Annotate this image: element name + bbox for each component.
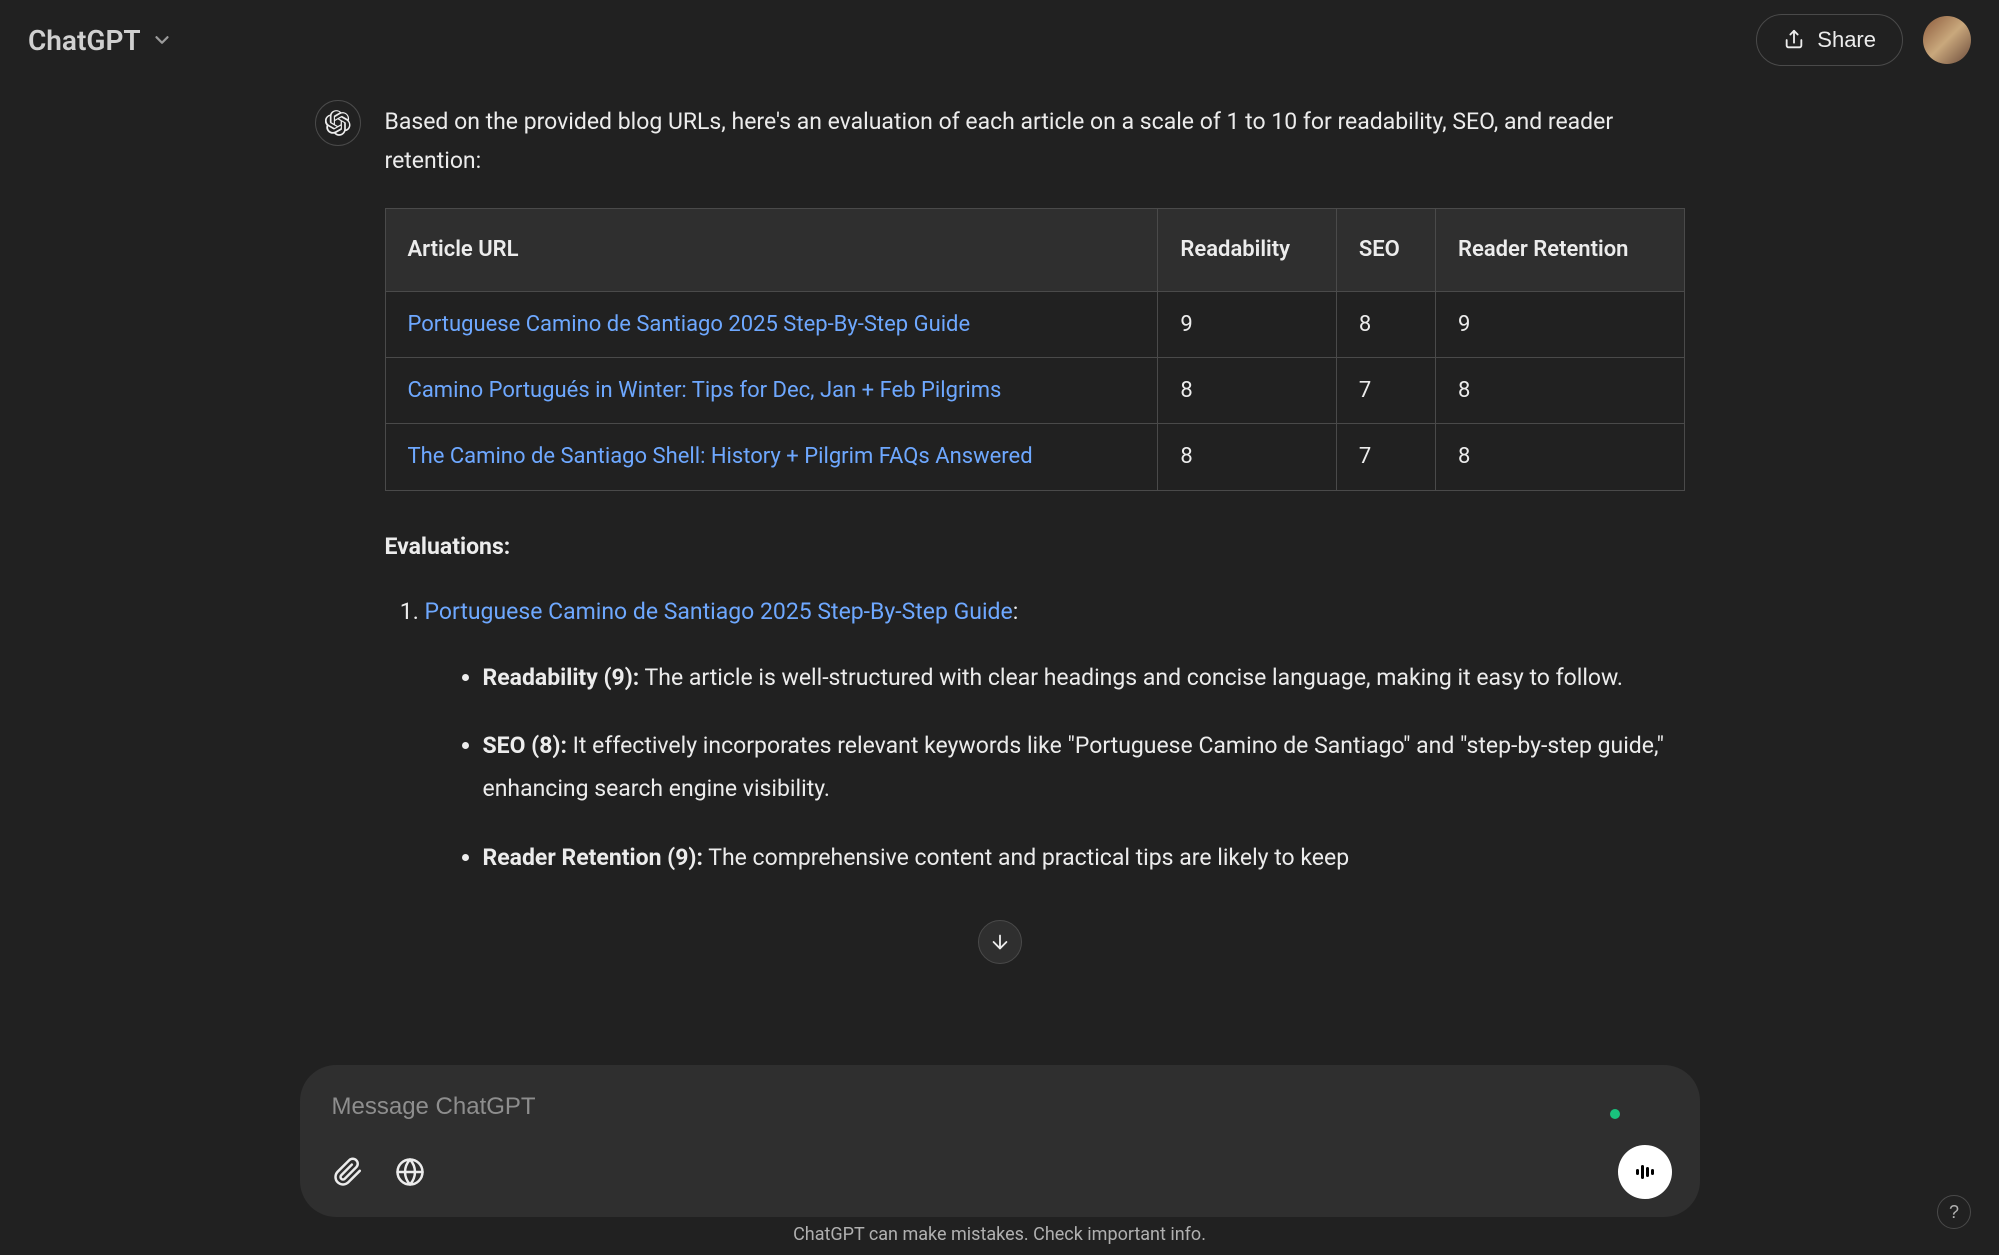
cell-readability: 8 <box>1158 424 1336 490</box>
cell-retention: 9 <box>1436 291 1684 357</box>
evaluation-table: Article URL Readability SEO Reader Reten… <box>385 208 1685 491</box>
composer-toolbar <box>328 1145 1672 1199</box>
evaluations-list: Portuguese Camino de Santiago 2025 Step-… <box>385 592 1685 879</box>
cell-readability: 9 <box>1158 291 1336 357</box>
openai-logo-icon <box>325 110 351 136</box>
scroll-to-bottom-button[interactable] <box>978 920 1022 964</box>
table-row: The Camino de Santiago Shell: History + … <box>385 424 1684 490</box>
th-readability: Readability <box>1158 209 1336 291</box>
share-icon <box>1783 29 1805 51</box>
point-label: Reader Retention (9): <box>483 844 703 871</box>
help-button[interactable]: ? <box>1937 1195 1971 1229</box>
point-label: SEO (8): <box>483 732 567 759</box>
table-row: Camino Portugués in Winter: Tips for Dec… <box>385 357 1684 423</box>
article-link[interactable]: Camino Portugués in Winter: Tips for Dec… <box>408 378 1002 403</box>
brand-name: ChatGPT <box>28 24 141 57</box>
article-link[interactable]: The Camino de Santiago Shell: History + … <box>408 444 1033 469</box>
message-body: Based on the provided blog URLs, here's … <box>385 80 1685 905</box>
cell-readability: 8 <box>1158 357 1336 423</box>
chat-container: Based on the provided blog URLs, here's … <box>275 80 1725 905</box>
evaluation-point: Readability (9): The article is well-str… <box>483 657 1685 700</box>
article-link[interactable]: Portuguese Camino de Santiago 2025 Step-… <box>408 312 971 337</box>
intro-text: Based on the provided blog URLs, here's … <box>385 102 1685 180</box>
cell-seo: 8 <box>1336 291 1435 357</box>
evaluation-point: Reader Retention (9): The comprehensive … <box>483 837 1685 880</box>
disclaimer-text: ChatGPT can make mistakes. Check importa… <box>793 1224 1206 1245</box>
model-switcher[interactable]: ChatGPT <box>28 24 173 57</box>
status-indicator <box>1610 1109 1620 1119</box>
th-retention: Reader Retention <box>1436 209 1684 291</box>
evaluation-title-link[interactable]: Portuguese Camino de Santiago 2025 Step-… <box>425 598 1013 625</box>
share-label: Share <box>1817 27 1876 53</box>
colon: : <box>1013 598 1019 625</box>
header-right: Share <box>1756 14 1971 66</box>
th-seo: SEO <box>1336 209 1435 291</box>
point-text: The article is well-structured with clea… <box>639 664 1623 691</box>
point-label: Readability (9): <box>483 664 640 691</box>
evaluation-point: SEO (8): It effectively incorporates rel… <box>483 725 1685 810</box>
chevron-down-icon <box>151 29 173 51</box>
table-header-row: Article URL Readability SEO Reader Reten… <box>385 209 1684 291</box>
cell-retention: 8 <box>1436 424 1684 490</box>
composer-wrap <box>300 1065 1700 1217</box>
assistant-message: Based on the provided blog URLs, here's … <box>315 80 1685 905</box>
th-url: Article URL <box>385 209 1158 291</box>
cell-retention: 8 <box>1436 357 1684 423</box>
paperclip-icon <box>333 1157 363 1187</box>
voice-input-button[interactable] <box>1618 1145 1672 1199</box>
composer-left <box>328 1152 430 1192</box>
waveform-icon <box>1633 1160 1657 1184</box>
message-input[interactable] <box>328 1085 1672 1145</box>
web-button[interactable] <box>390 1152 430 1192</box>
evaluation-item: Portuguese Camino de Santiago 2025 Step-… <box>425 592 1685 879</box>
point-text: The comprehensive content and practical … <box>703 844 1349 871</box>
cell-seo: 7 <box>1336 424 1435 490</box>
arrow-down-icon <box>989 931 1011 953</box>
point-text: It effectively incorporates relevant key… <box>483 732 1664 802</box>
avatar[interactable] <box>1923 16 1971 64</box>
share-button[interactable]: Share <box>1756 14 1903 66</box>
cell-seo: 7 <box>1336 357 1435 423</box>
table-row: Portuguese Camino de Santiago 2025 Step-… <box>385 291 1684 357</box>
header: ChatGPT Share <box>0 0 1999 80</box>
composer <box>300 1065 1700 1217</box>
attach-button[interactable] <box>328 1152 368 1192</box>
evaluation-sublist: Readability (9): The article is well-str… <box>425 657 1685 879</box>
globe-icon <box>395 1157 425 1187</box>
evaluations-heading: Evaluations: <box>385 527 1685 566</box>
assistant-avatar <box>315 100 361 146</box>
